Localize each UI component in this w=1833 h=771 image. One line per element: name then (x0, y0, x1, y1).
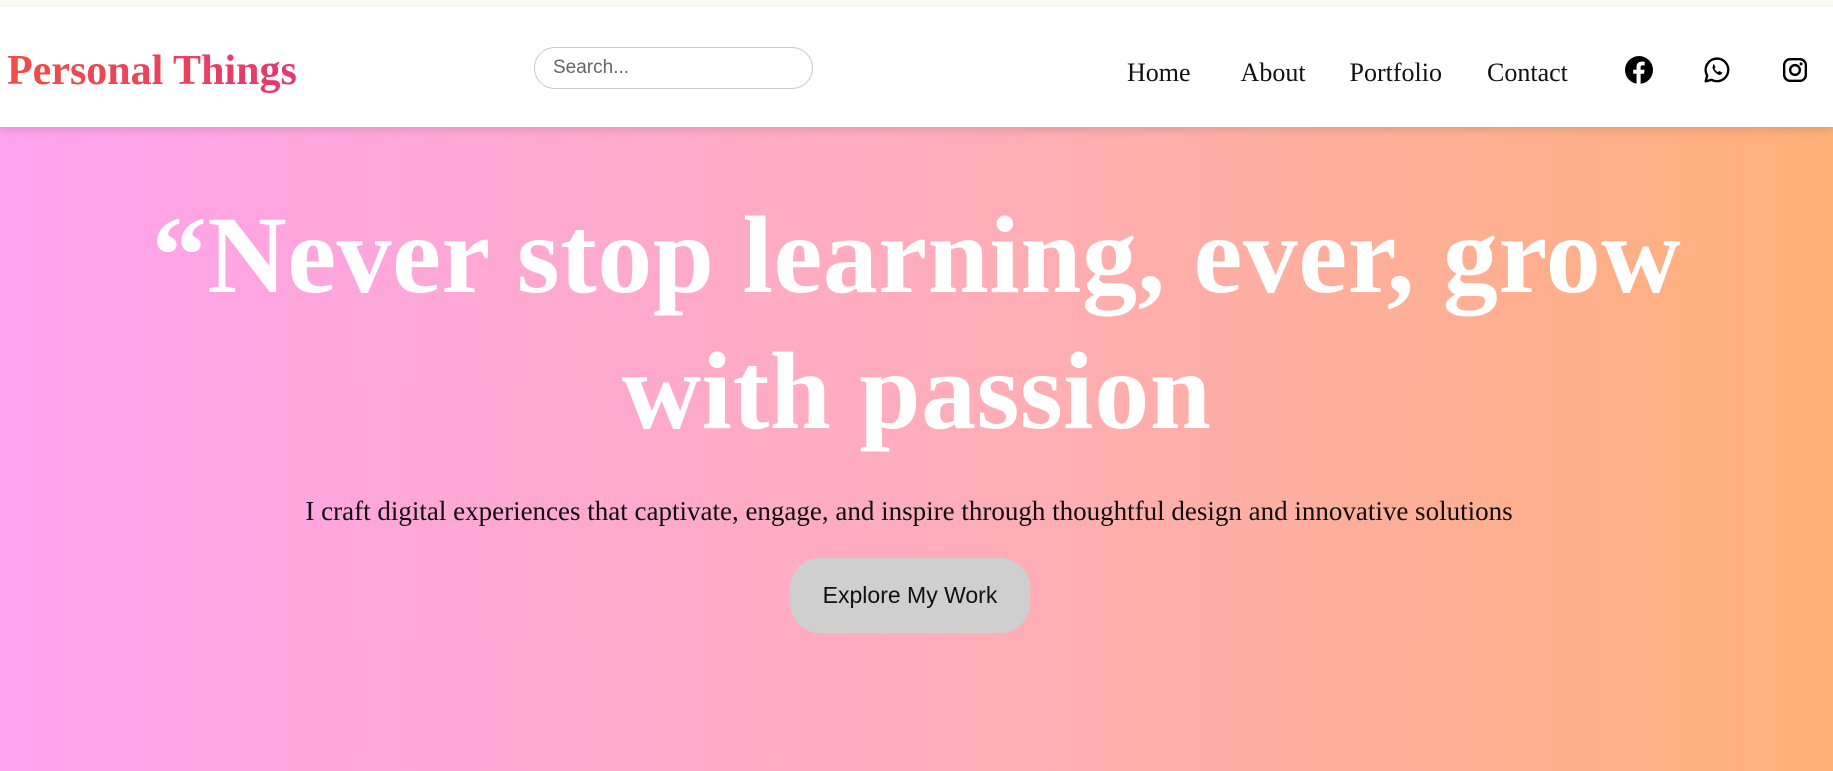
search-input[interactable] (534, 47, 813, 89)
site-logo[interactable]: Personal Things (7, 45, 297, 97)
explore-work-button[interactable]: Explore My Work (790, 558, 1030, 633)
main-nav: Home About Portfolio Contact (1127, 51, 1568, 95)
hero-quote: “Never stop learning, ever, grow with pa… (0, 187, 1833, 459)
nav-about[interactable]: About (1241, 51, 1306, 95)
navbar: Personal Things Home About Portfolio Con… (0, 7, 1833, 127)
instagram-icon[interactable] (1779, 54, 1811, 86)
whatsapp-icon[interactable] (1701, 54, 1733, 86)
facebook-icon[interactable] (1623, 54, 1655, 86)
nav-portfolio[interactable]: Portfolio (1350, 51, 1442, 95)
nav-contact[interactable]: Contact (1487, 51, 1568, 95)
nav-home[interactable]: Home (1127, 51, 1191, 95)
hero-section: “Never stop learning, ever, grow with pa… (0, 127, 1833, 771)
hero-quote-line-2: with passion (621, 330, 1212, 452)
hero-quote-line-1: “Never stop learning, ever, grow (151, 194, 1682, 316)
hero-subtitle: I craft digital experiences that captiva… (305, 496, 1513, 526)
